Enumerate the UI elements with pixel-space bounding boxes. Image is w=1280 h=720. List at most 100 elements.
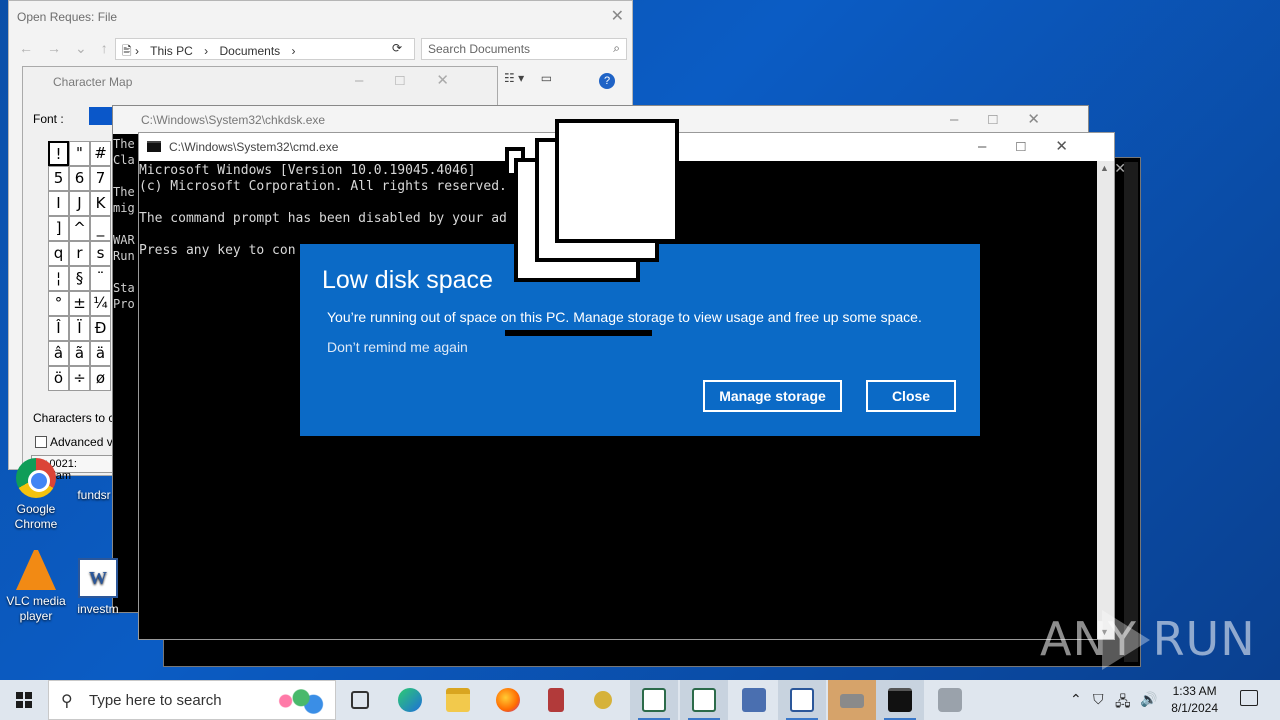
view-options-icon[interactable]: ☷ ▾ ▭ (504, 71, 552, 85)
explorer-taskbar-button[interactable] (434, 680, 482, 720)
char-cell[interactable]: # (90, 141, 111, 166)
low-disk-dialog: Low disk space You’re running out of spa… (300, 244, 980, 436)
font-label: Font : (33, 112, 64, 126)
task-view-icon (351, 691, 369, 709)
charmap-taskbar-button[interactable] (630, 680, 678, 720)
keys-taskbar-button[interactable] (582, 680, 630, 720)
char-cell[interactable]: ö (48, 366, 69, 391)
chevron-up-icon[interactable]: ⌃ (1070, 691, 1082, 708)
security-icon[interactable]: ⛉ (1093, 691, 1104, 708)
dialog-icon (790, 688, 814, 712)
taskbar-search-box[interactable]: ⚲ Type here to search (48, 680, 336, 720)
char-cell[interactable]: ° (48, 291, 69, 316)
char-cell[interactable]: s (90, 241, 111, 266)
char-cell[interactable]: ä (90, 341, 111, 366)
word-icon: W (78, 558, 118, 598)
search-highlight-icon (267, 685, 329, 717)
window-taskbar-button[interactable] (680, 680, 728, 720)
dont-remind-link[interactable]: Don’t remind me again (327, 339, 468, 355)
desktop-icon-word[interactable]: W investm (62, 558, 134, 617)
char-cell[interactable]: ã (69, 341, 90, 366)
network-icon[interactable]: 🖧 (1115, 691, 1131, 715)
char-cell[interactable]: q (48, 241, 69, 266)
window-controls[interactable]: –□✕ (355, 71, 481, 89)
charmap-title: Character Map (53, 75, 133, 89)
artifact-bar (505, 330, 652, 336)
firefox-taskbar-button[interactable] (484, 680, 532, 720)
charmap-icon (642, 688, 666, 712)
char-cell[interactable]: ^ (69, 216, 90, 241)
cmd-title: C:\Windows\System32\cmd.exe (169, 140, 339, 154)
char-cell[interactable]: K (90, 191, 111, 216)
dialog-heading: Low disk space (322, 266, 493, 294)
char-cell[interactable]: ] (48, 216, 69, 241)
char-cell[interactable]: â (48, 341, 69, 366)
close-button[interactable]: Close (866, 380, 956, 412)
close-icon[interactable]: ✕ (1114, 160, 1126, 177)
char-cell[interactable]: § (69, 266, 90, 291)
chrome-icon (16, 458, 56, 498)
char-cell[interactable]: J (69, 191, 90, 216)
explorer-title: Open Reques: File (17, 10, 118, 24)
app-taskbar-button[interactable] (532, 680, 580, 720)
char-cell[interactable]: I (48, 191, 69, 216)
disk-taskbar-button[interactable] (828, 680, 876, 720)
char-cell[interactable]: ¦ (48, 266, 69, 291)
char-cell[interactable]: 5 (48, 166, 69, 191)
char-cell[interactable]: ø (90, 366, 111, 391)
char-cell[interactable]: ! (48, 141, 69, 166)
cmd-taskbar-button[interactable] (876, 680, 924, 720)
char-cell[interactable]: Î (48, 316, 69, 341)
char-cell[interactable]: r (69, 241, 90, 266)
volume-icon[interactable]: 🔊 (1140, 691, 1157, 708)
notification-icon[interactable] (1240, 690, 1258, 706)
edge-icon (398, 688, 422, 712)
char-cell[interactable]: ¼ (90, 291, 111, 316)
scrollbar[interactable] (1124, 162, 1138, 662)
drive-icon (938, 688, 962, 712)
taskbar: ⚲ Type here to search ⌃ ⛉ 🖧 🔊 1:33 AM 8/… (0, 680, 1280, 720)
scrollbar[interactable]: ▲ ▼ (1097, 161, 1114, 639)
chkdsk-taskbar-button[interactable] (926, 680, 974, 720)
folder-icon: 🖹 › (122, 44, 139, 58)
char-cell[interactable]: ¨ (90, 266, 111, 291)
explorer-search-input[interactable]: Search Documents ⌕ (421, 38, 627, 60)
clock[interactable]: 1:33 AM 8/1/2024 (1171, 683, 1218, 717)
character-grid[interactable]: ! " #5 6 7 I J K] ^ _q r s ¦ § ¨ ° ± ¼ Î Ï Ðâ ã ä ö ÷ ø (48, 141, 111, 391)
vlc-icon (16, 550, 56, 590)
characters-to-copy-label: Characters to co (33, 411, 122, 425)
checkbox-icon[interactable] (35, 436, 47, 448)
window-icon (692, 688, 716, 712)
char-cell[interactable]: " (69, 141, 90, 166)
char-cell[interactable]: Ï (69, 316, 90, 341)
char-cell[interactable]: ± (69, 291, 90, 316)
start-button[interactable] (0, 680, 48, 720)
console-icon (147, 141, 161, 152)
monitor-taskbar-button[interactable] (730, 680, 778, 720)
refresh-icon[interactable]: ⟳ (392, 41, 402, 55)
char-cell[interactable]: _ (90, 216, 111, 241)
dialog-taskbar-button[interactable] (778, 680, 826, 720)
close-icon[interactable]: ✕ (611, 6, 624, 26)
task-view-button[interactable] (336, 680, 384, 720)
desktop-icon-file[interactable]: fundsr (58, 488, 130, 503)
console-icon (888, 688, 912, 712)
char-cell[interactable]: 6 (69, 166, 90, 191)
window-controls[interactable]: –□✕ (950, 110, 1070, 128)
edge-taskbar-button[interactable] (386, 680, 434, 720)
scroll-up-icon[interactable]: ▲ (1100, 163, 1109, 173)
anyrun-watermark: ANY RUN (1040, 612, 1256, 666)
window-controls[interactable]: –□✕ (978, 137, 1098, 155)
help-icon[interactable]: ? (599, 73, 615, 89)
char-cell[interactable]: ÷ (69, 366, 90, 391)
advanced-view-checkbox[interactable]: Advanced vie (35, 435, 122, 449)
nav-arrows[interactable]: ←→⌄↑ (19, 40, 122, 57)
clock-date: 8/1/2024 (1171, 701, 1218, 715)
address-bar[interactable]: 🖹 › This PC › Documents › ⟳ (115, 38, 415, 60)
breadcrumb-documents[interactable]: Documents (219, 44, 280, 58)
char-cell[interactable]: 7 (90, 166, 111, 191)
breadcrumb-this-pc[interactable]: This PC (150, 44, 193, 58)
search-icon: ⚲ (61, 693, 73, 710)
manage-storage-button[interactable]: Manage storage (703, 380, 842, 412)
char-cell[interactable]: Ð (90, 316, 111, 341)
